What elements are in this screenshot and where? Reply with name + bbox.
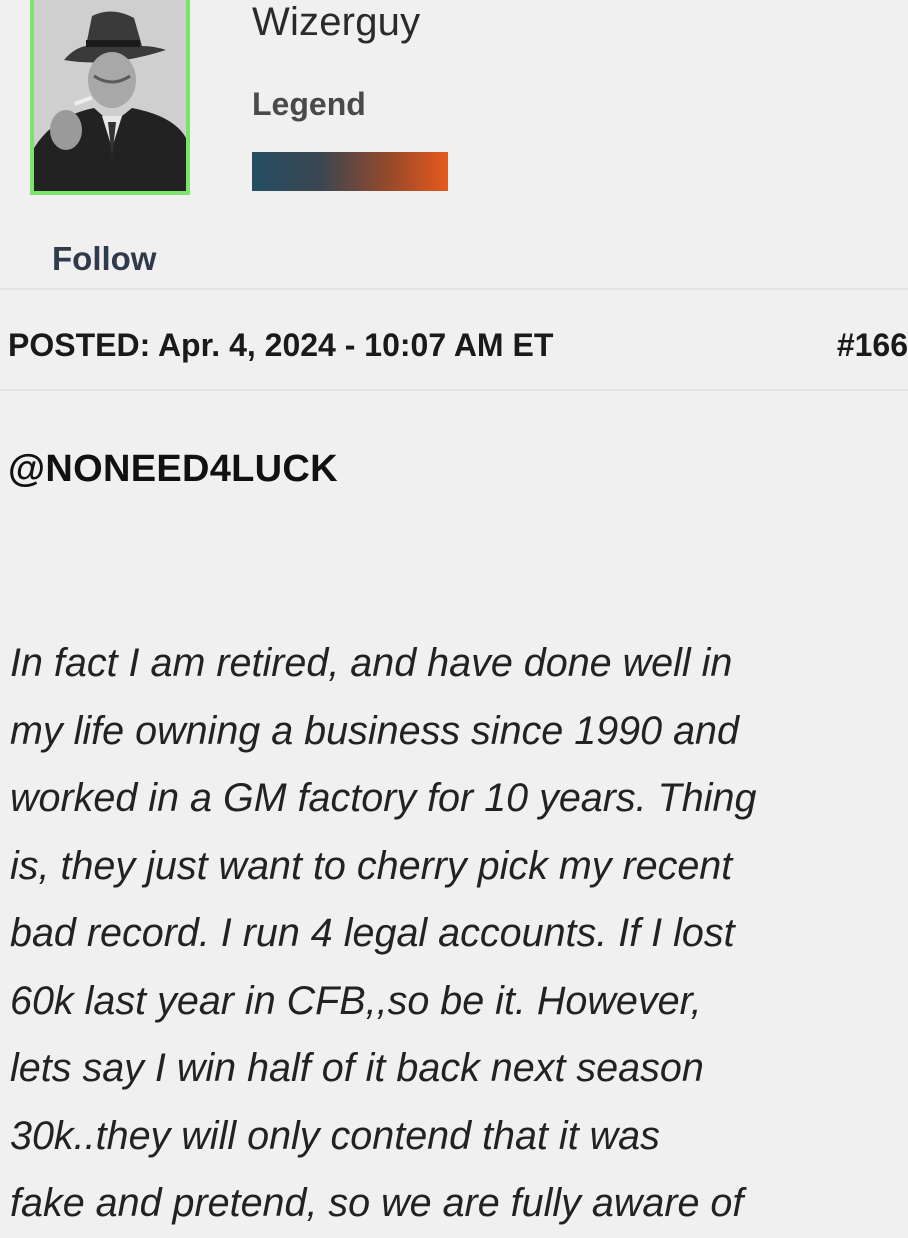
post-body-line: In fact I am retired, and have done well…: [10, 641, 733, 685]
author-rank: Legend: [252, 86, 366, 122]
post-body-line: 60k last year in CFB,,so be it. However,: [10, 978, 702, 1023]
post-body-line: 30k..they will only contend that it was: [10, 1113, 660, 1158]
post-body-line: my life owning a business since 1990 and: [10, 708, 739, 753]
post-body-line: is, they just want to cherry pick my rec…: [10, 843, 733, 888]
follow-button[interactable]: Follow: [52, 240, 156, 278]
meta-divider: [0, 389, 908, 391]
post-body-line: worked in a GM factory for 10 years. Thi…: [10, 776, 757, 820]
post-body-line: bad record. I run 4 legal accounts. If I…: [10, 911, 735, 955]
rank-progress-bar: [252, 152, 448, 191]
user-avatar[interactable]: [30, 0, 190, 195]
post-body: In fact I am retired, and have done well…: [10, 630, 908, 1238]
post-body-line: fake and pretend, so we are fully aware …: [10, 1181, 744, 1225]
avatar-photo: [34, 0, 186, 191]
post-number-link[interactable]: #166: [837, 327, 908, 364]
mention-link[interactable]: @NONEED4LUCK: [8, 448, 338, 491]
post-timestamp: POSTED: Apr. 4, 2024 - 10:07 AM ET: [8, 327, 554, 363]
header-divider: [0, 288, 908, 290]
author-username[interactable]: Wizerguy: [252, 0, 420, 45]
post-body-line: lets say I win half of it back next seas…: [10, 1046, 704, 1090]
